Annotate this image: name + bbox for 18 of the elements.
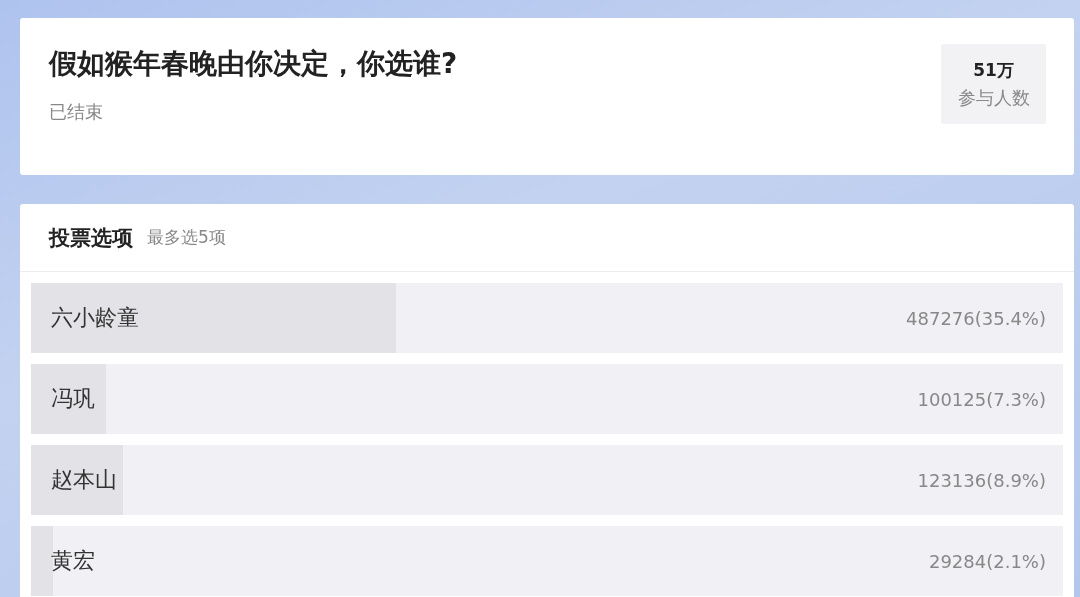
vote-option[interactable]: 六小龄童 487276(35.4%) — [31, 283, 1063, 353]
vote-option[interactable]: 赵本山 123136(8.9%) — [31, 445, 1063, 515]
option-result: 100125(7.3%) — [917, 388, 1046, 410]
poll-title: 假如猴年春晚由你决定，你选谁? — [49, 46, 458, 82]
participant-label: 参与人数 — [957, 85, 1030, 110]
vote-option[interactable]: 黄宏 29284(2.1%) — [31, 526, 1063, 596]
option-name: 赵本山 — [51, 466, 117, 494]
poll-status: 已结束 — [49, 100, 104, 124]
option-result: 123136(8.9%) — [917, 469, 1046, 491]
participant-count: 51万 — [973, 58, 1014, 82]
option-result: 487276(35.4%) — [906, 307, 1046, 329]
section-title: 投票选项 — [49, 224, 133, 252]
section-hint: 最多选5项 — [147, 226, 226, 249]
option-result: 29284(2.1%) — [928, 550, 1046, 572]
option-name: 黄宏 — [51, 547, 95, 575]
vote-option[interactable]: 冯巩 100125(7.3%) — [31, 364, 1063, 434]
option-name: 冯巩 — [51, 385, 95, 413]
option-name: 六小龄童 — [51, 304, 139, 332]
